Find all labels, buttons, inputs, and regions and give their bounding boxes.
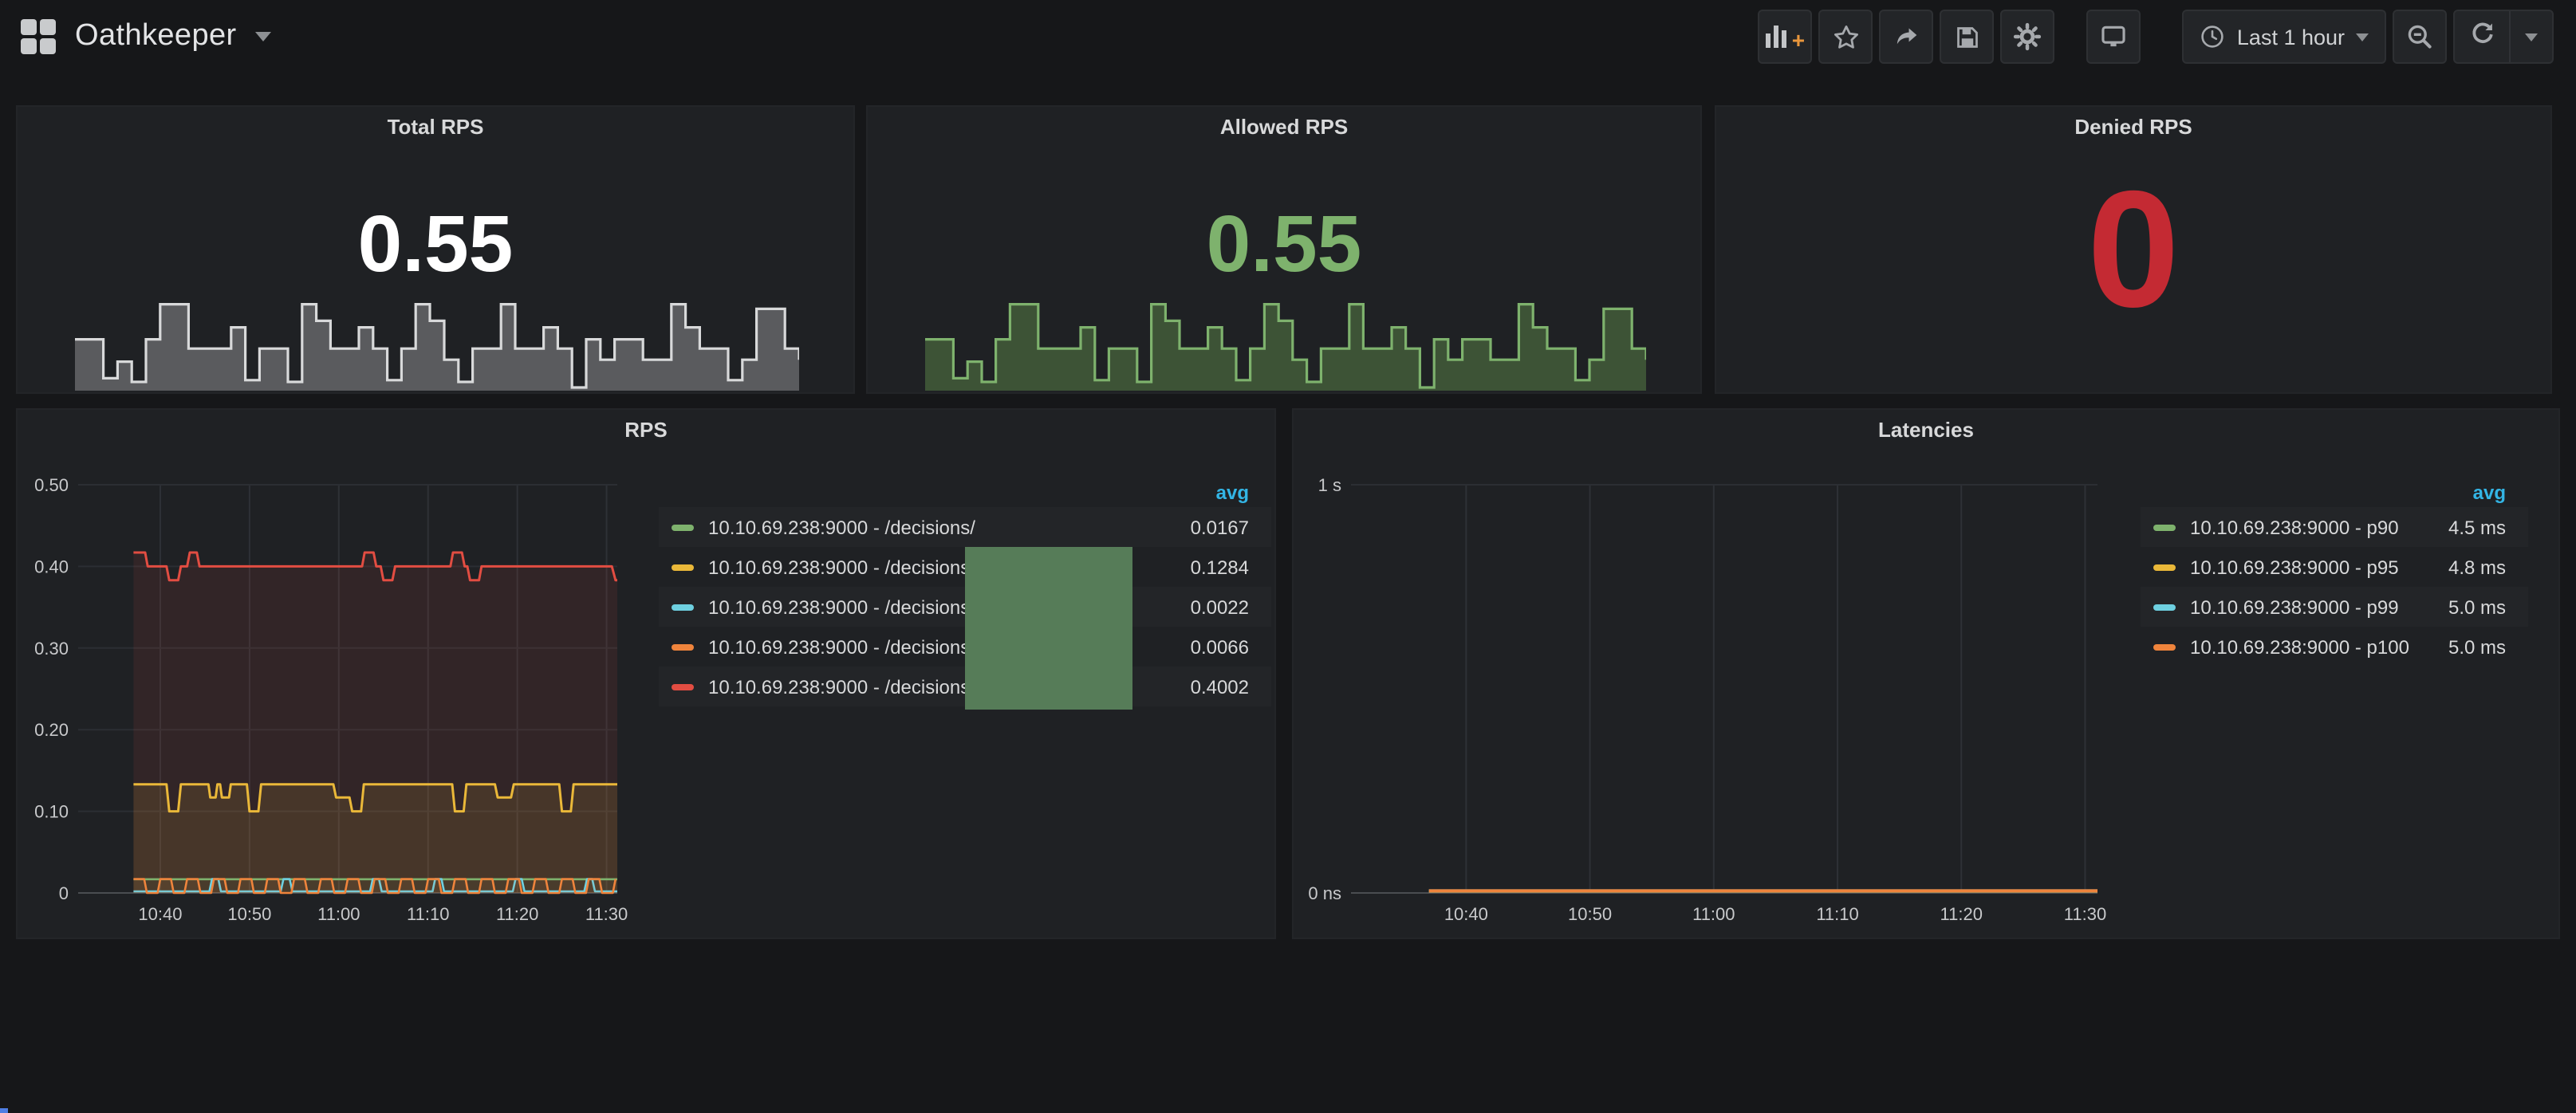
svg-text:11:00: 11:00 xyxy=(317,904,360,924)
clock-icon xyxy=(2200,24,2226,49)
monitor-icon xyxy=(2100,22,2129,51)
time-range-label: Last 1 hour xyxy=(2237,25,2345,49)
series-label[interactable]: 10.10.69.238:9000 - p100 xyxy=(2190,635,2448,658)
series-color-dash xyxy=(672,643,694,650)
panel-denied-rps: Denied RPS 0 xyxy=(1715,105,2552,394)
panel-latencies: Latencies 0 ns1 s10:4010:5011:0011:1011:… xyxy=(1292,408,2560,939)
series-label[interactable]: 10.10.69.238:9000 - p99 xyxy=(2190,596,2448,618)
share-dashboard-button[interactable] xyxy=(1880,10,1934,64)
dashboards-grid-icon[interactable] xyxy=(21,19,56,54)
series-avg-value: 5.0 ms xyxy=(2448,635,2506,658)
refresh-caret-icon xyxy=(2525,33,2538,41)
svg-text:10:50: 10:50 xyxy=(227,904,271,924)
dashboard-title-caret-icon[interactable] xyxy=(256,32,272,41)
save-icon xyxy=(1954,23,1981,50)
navbar-left: Oathkeeper xyxy=(0,19,272,54)
svg-text:11:30: 11:30 xyxy=(2064,904,2106,924)
cycle-view-mode-button[interactable] xyxy=(2087,10,2141,64)
denied-rps-value: 0 xyxy=(1716,167,2550,332)
series-label[interactable]: 10.10.69.238:9000 - /decisions/ xyxy=(708,516,1191,538)
svg-text:10:40: 10:40 xyxy=(138,904,182,924)
refresh-icon xyxy=(2468,19,2495,54)
dashboard-title[interactable]: Oathkeeper xyxy=(75,19,237,54)
series-label[interactable]: 10.10.69.238:9000 - p95 xyxy=(2190,556,2448,578)
grafana-dashboard: Oathkeeper + xyxy=(0,0,2576,1113)
series-avg-value: 0.4002 xyxy=(1191,675,1249,698)
svg-text:11:00: 11:00 xyxy=(1692,904,1735,924)
refresh-interval-dropdown[interactable] xyxy=(2511,11,2552,62)
legend-row: 10.10.69.238:9000 - p100 5.0 ms xyxy=(2141,627,2528,667)
legend-row: 10.10.69.238:9000 - /decisions/ 0.0167 xyxy=(659,507,1271,547)
time-range-caret-icon xyxy=(2356,33,2369,41)
series-avg-value: 0.0167 xyxy=(1191,516,1249,538)
svg-text:11:10: 11:10 xyxy=(407,904,449,924)
svg-text:0.30: 0.30 xyxy=(34,639,69,659)
series-color-dash xyxy=(2153,524,2176,530)
svg-text:10:50: 10:50 xyxy=(1568,904,1612,924)
series-avg-value: 0.0022 xyxy=(1191,596,1249,618)
panel-title-allowed-rps[interactable]: Allowed RPS xyxy=(868,115,1700,139)
series-color-dash xyxy=(2153,643,2176,650)
svg-text:0.10: 0.10 xyxy=(34,802,69,822)
add-panel-button[interactable]: + xyxy=(1759,10,1813,64)
allowed-rps-sparkline xyxy=(925,292,1646,391)
save-dashboard-button[interactable] xyxy=(1940,10,1995,64)
series-avg-value: 0.0066 xyxy=(1191,635,1249,658)
top-navbar: Oathkeeper + xyxy=(0,0,2576,73)
svg-text:0: 0 xyxy=(59,883,69,903)
navbar-right: + Last 1 hour xyxy=(1752,10,2576,64)
total-rps-sparkline xyxy=(75,292,799,391)
allowed-rps-value: 0.55 xyxy=(868,203,1700,283)
series-avg-value: 5.0 ms xyxy=(2448,596,2506,618)
svg-text:11:20: 11:20 xyxy=(496,904,538,924)
series-color-dash xyxy=(672,564,694,570)
series-color-dash xyxy=(672,683,694,690)
svg-text:11:30: 11:30 xyxy=(585,904,628,924)
gear-icon xyxy=(2014,22,2042,51)
dashboard-settings-button[interactable] xyxy=(2001,10,2055,64)
panel-total-rps: Total RPS 0.55 xyxy=(16,105,855,394)
panel-title-total-rps[interactable]: Total RPS xyxy=(18,115,853,139)
legend-row: 10.10.69.238:9000 - p95 4.8 ms xyxy=(2141,547,2528,587)
add-panel-icon: + xyxy=(1767,26,1805,48)
latencies-legend-avg-header[interactable]: avg xyxy=(2141,478,2528,507)
refresh-split-button xyxy=(2453,10,2554,64)
share-icon xyxy=(1893,23,1920,50)
svg-text:0.50: 0.50 xyxy=(34,475,69,495)
svg-text:0 ns: 0 ns xyxy=(1308,883,1341,903)
series-color-dash xyxy=(2153,604,2176,610)
latencies-legend: avg 10.10.69.238:9000 - p90 4.5 ms 10.10… xyxy=(2141,478,2528,667)
rps-legend-avg-header[interactable]: avg xyxy=(659,478,1271,507)
legend-row: 10.10.69.238:9000 - p90 4.5 ms xyxy=(2141,507,2528,547)
star-icon xyxy=(1833,23,1860,50)
panel-title-denied-rps[interactable]: Denied RPS xyxy=(1716,115,2550,139)
star-dashboard-button[interactable] xyxy=(1819,10,1873,64)
time-range-picker[interactable]: Last 1 hour xyxy=(2183,10,2386,64)
green-overlay-artifact xyxy=(965,547,1132,710)
zoom-out-time-button[interactable] xyxy=(2393,10,2447,64)
series-avg-value: 4.5 ms xyxy=(2448,516,2506,538)
svg-text:11:20: 11:20 xyxy=(1940,904,1983,924)
series-color-dash xyxy=(672,604,694,610)
bottom-left-blue-sliver xyxy=(0,1108,8,1113)
refresh-dashboard-button[interactable] xyxy=(2455,11,2509,62)
zoom-out-icon xyxy=(2405,22,2434,51)
series-avg-value: 4.8 ms xyxy=(2448,556,2506,578)
panel-allowed-rps: Allowed RPS 0.55 xyxy=(866,105,1702,394)
legend-row: 10.10.69.238:9000 - p99 5.0 ms xyxy=(2141,587,2528,627)
series-color-dash xyxy=(672,524,694,530)
series-avg-value: 0.1284 xyxy=(1191,556,1249,578)
svg-text:10:40: 10:40 xyxy=(1444,904,1488,924)
svg-text:0.20: 0.20 xyxy=(34,720,69,740)
series-color-dash xyxy=(2153,564,2176,570)
svg-text:11:10: 11:10 xyxy=(1816,904,1858,924)
svg-text:0.40: 0.40 xyxy=(34,556,69,576)
svg-text:1 s: 1 s xyxy=(1318,475,1341,495)
panel-rps: RPS 00.100.200.300.400.5010:4010:5011:00… xyxy=(16,408,1276,939)
total-rps-value: 0.55 xyxy=(18,203,853,283)
series-label[interactable]: 10.10.69.238:9000 - p90 xyxy=(2190,516,2448,538)
